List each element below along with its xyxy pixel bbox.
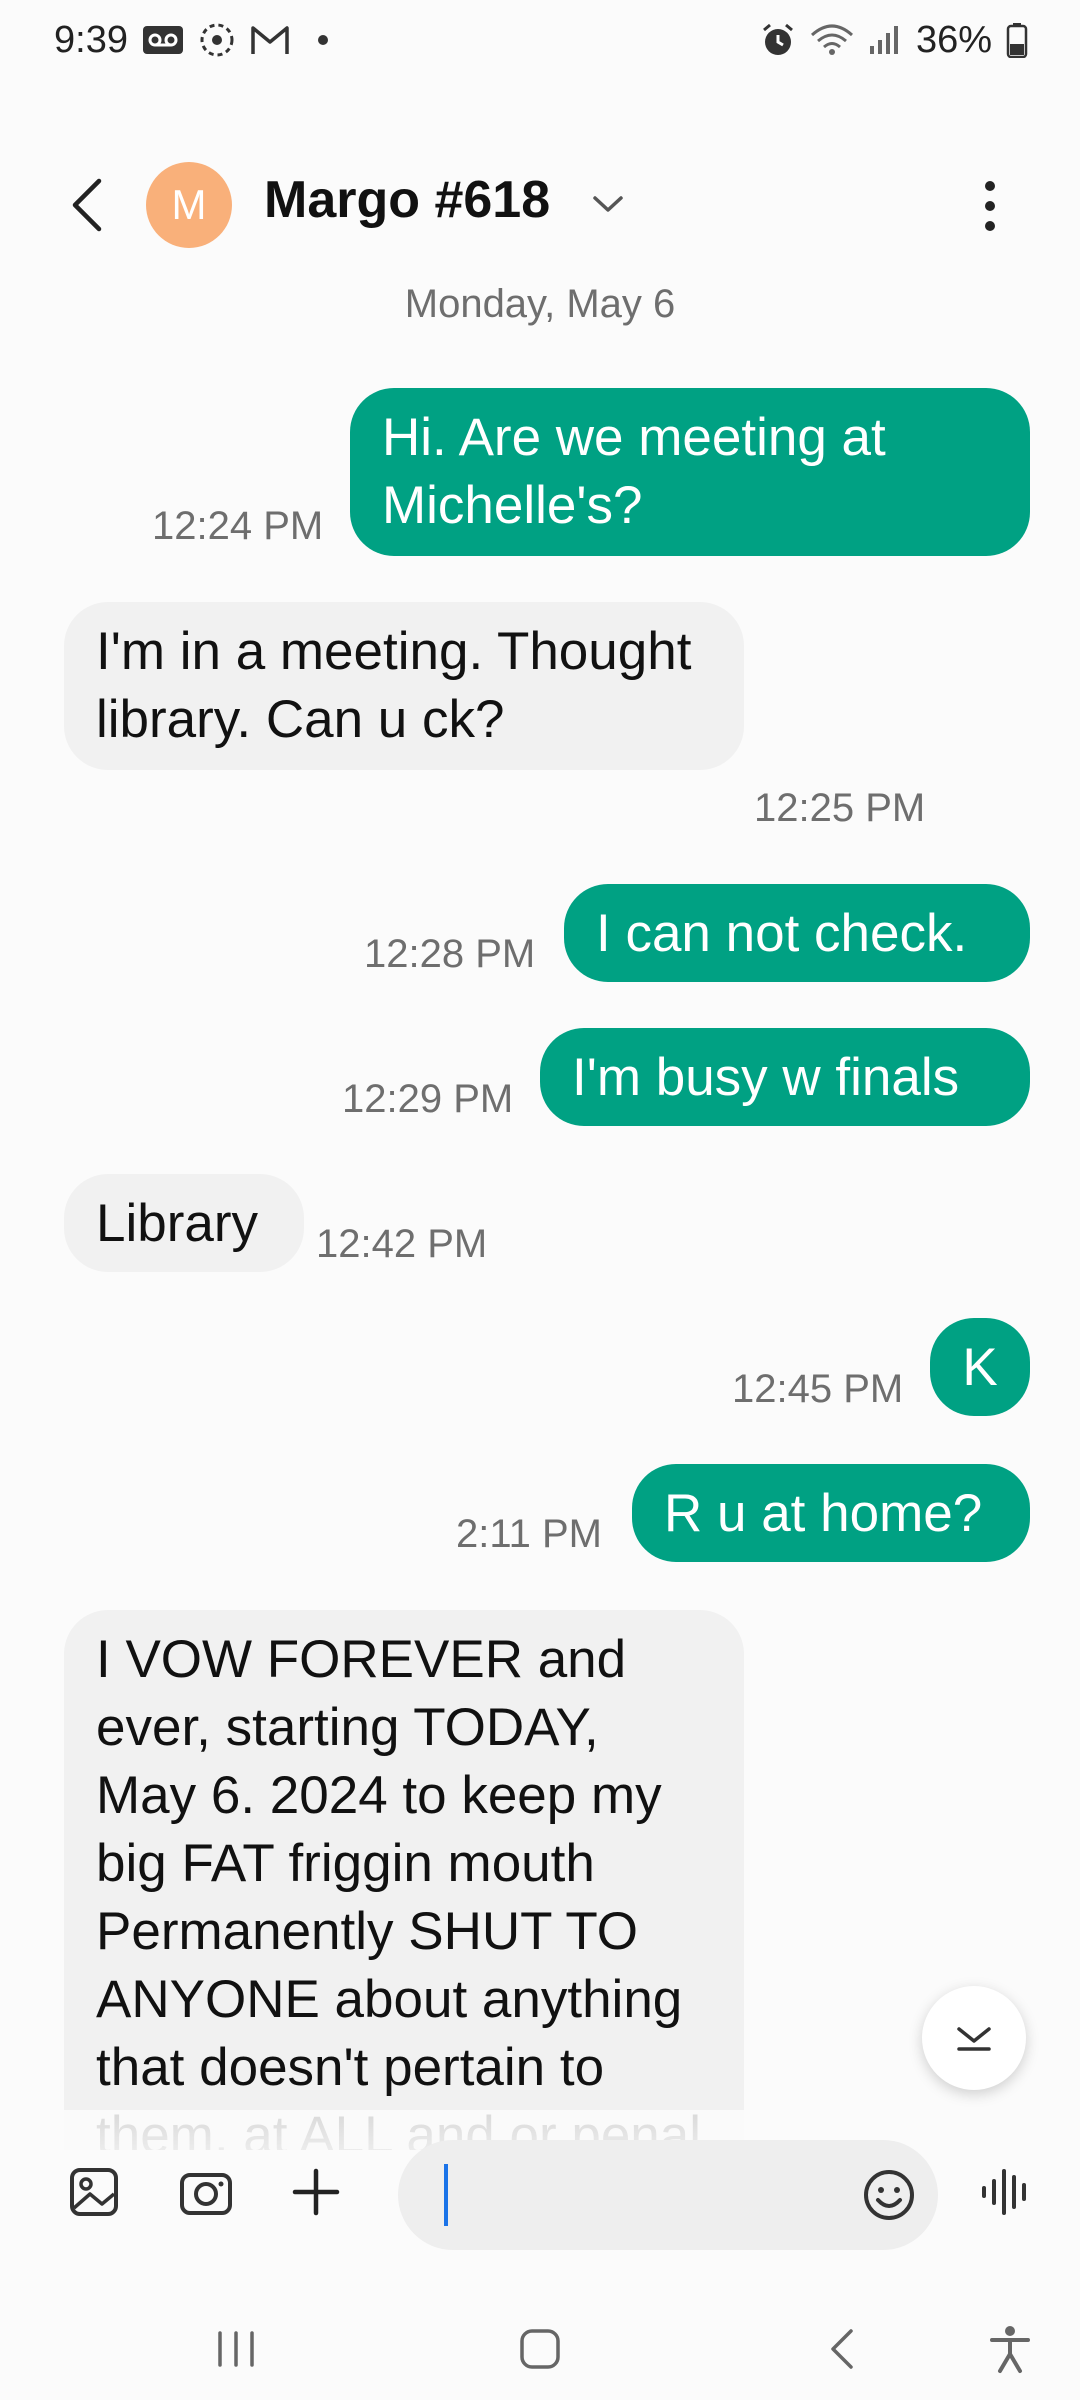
- more-vert-icon: [985, 181, 995, 231]
- accessibility-icon: [990, 2326, 1030, 2373]
- gallery-icon: [70, 2168, 118, 2216]
- date-separator: Monday, May 6: [404, 282, 676, 326]
- status-time: 9:39: [54, 18, 128, 61]
- message-time: 12:42 PM: [316, 1222, 488, 1266]
- notification-dot-icon: [317, 35, 328, 45]
- message-time: 2:11 PM: [456, 1512, 602, 1556]
- sent-message[interactable]: Hi. Are we meeting at Michelle's?: [350, 388, 1030, 556]
- back-button[interactable]: [52, 170, 122, 240]
- battery-percent: 36%: [915, 18, 992, 61]
- emoji-icon: [864, 2170, 914, 2220]
- sent-message[interactable]: I can not check.: [564, 884, 1030, 982]
- voice-record-button[interactable]: [974, 2160, 1038, 2224]
- status-bar: 9:39 36%: [0, 0, 1080, 80]
- alarm-icon: [760, 22, 796, 58]
- emoji-button[interactable]: [858, 2164, 920, 2226]
- message-time: 12:25 PM: [754, 786, 926, 830]
- received-message[interactable]: I VOW FOREVER and ever, starting TODAY, …: [64, 1610, 744, 2150]
- sent-message[interactable]: K: [930, 1318, 1030, 1416]
- status-left: 9:39: [54, 19, 328, 62]
- sent-message[interactable]: I'm busy w finals: [540, 1028, 1030, 1126]
- more-options-button[interactable]: [960, 166, 1020, 246]
- camera-button[interactable]: [174, 2160, 238, 2224]
- voicemail-icon: [142, 24, 184, 56]
- accessibility-button[interactable]: [970, 2314, 1050, 2384]
- system-nav-bar: [0, 2290, 1080, 2400]
- gallery-button[interactable]: [62, 2160, 126, 2224]
- message-time: 12:24 PM: [152, 504, 324, 548]
- message-input-container[interactable]: [398, 2140, 938, 2250]
- plus-icon: [292, 2168, 340, 2216]
- message-input[interactable]: [446, 2160, 826, 2230]
- voice-icon: [982, 2169, 1026, 2215]
- sent-message[interactable]: R u at home?: [632, 1464, 1030, 1562]
- contact-dropdown-button[interactable]: [588, 184, 628, 224]
- conversation-header: M Margo #618: [0, 140, 1080, 270]
- avatar[interactable]: M: [146, 162, 232, 248]
- message-time: 12:28 PM: [364, 932, 536, 976]
- system-back-button[interactable]: [802, 2314, 882, 2384]
- settings-dots-icon: [198, 21, 236, 59]
- back-arrow-icon: [72, 178, 102, 232]
- status-right: 36%: [760, 19, 1028, 62]
- contact-name[interactable]: Margo #618: [264, 170, 550, 230]
- camera-icon: [180, 2173, 232, 2215]
- message-time: 12:29 PM: [342, 1077, 514, 1121]
- back-icon: [831, 2329, 853, 2369]
- scroll-to-bottom-button[interactable]: [922, 1986, 1026, 2090]
- chevron-down-icon: [957, 2027, 991, 2051]
- received-message[interactable]: I'm in a meeting. Thought library. Can u…: [64, 602, 744, 770]
- message-time: 12:45 PM: [732, 1367, 904, 1411]
- gmail-icon: [250, 24, 290, 56]
- signal-icon: [868, 24, 902, 56]
- recents-icon: [218, 2331, 254, 2367]
- wifi-icon: [810, 23, 854, 57]
- chevron-down-icon: [593, 196, 623, 212]
- home-icon: [520, 2329, 560, 2369]
- add-attachment-button[interactable]: [284, 2160, 348, 2224]
- battery-icon: [1006, 22, 1028, 58]
- received-message[interactable]: Library: [64, 1174, 304, 1272]
- home-button[interactable]: [500, 2314, 580, 2384]
- recents-button[interactable]: [196, 2314, 276, 2384]
